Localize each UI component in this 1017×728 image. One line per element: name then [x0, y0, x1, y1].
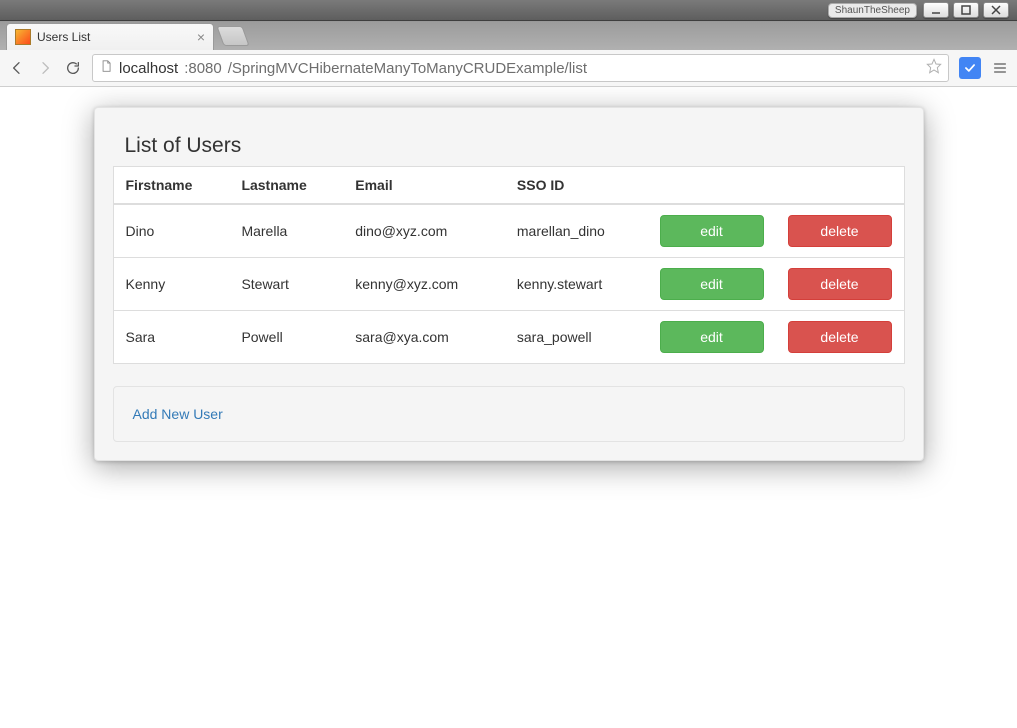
col-header-edit: [648, 167, 776, 205]
page-title: List of Users: [113, 126, 905, 166]
url-port: :8080: [184, 60, 222, 77]
add-user-link[interactable]: Add New User: [133, 406, 223, 422]
cell-email: sara@xya.com: [343, 311, 505, 364]
browser-tab[interactable]: Users List ×: [6, 23, 214, 50]
page-viewport: List of Users Firstname Lastname Email S…: [0, 87, 1017, 728]
cell-email: dino@xyz.com: [343, 204, 505, 258]
users-table: Firstname Lastname Email SSO ID Dino Mar…: [113, 166, 905, 364]
window-close-button[interactable]: [983, 2, 1009, 18]
cell-email: kenny@xyz.com: [343, 258, 505, 311]
browser-menu-button[interactable]: [991, 59, 1009, 77]
add-user-well: Add New User: [113, 386, 905, 442]
new-tab-button[interactable]: [216, 26, 249, 46]
browser-toolbar: localhost :8080/SpringMVCHibernateManyToM…: [0, 50, 1017, 87]
cell-firstname: Sara: [113, 311, 229, 364]
col-header-email: Email: [343, 167, 505, 205]
cell-lastname: Marella: [229, 204, 343, 258]
extension-button[interactable]: [959, 57, 981, 79]
tab-close-icon[interactable]: ×: [197, 30, 205, 44]
cell-ssoid: sara_powell: [505, 311, 648, 364]
cell-firstname: Kenny: [113, 258, 229, 311]
cell-firstname: Dino: [113, 204, 229, 258]
delete-button[interactable]: delete: [788, 268, 892, 300]
cell-lastname: Stewart: [229, 258, 343, 311]
url-path: /SpringMVCHibernateManyToManyCRUDExample…: [228, 60, 587, 77]
tab-title: Users List: [37, 30, 90, 44]
page-icon: [99, 59, 113, 77]
delete-button[interactable]: delete: [788, 215, 892, 247]
col-header-lastname: Lastname: [229, 167, 343, 205]
cell-ssoid: kenny.stewart: [505, 258, 648, 311]
col-header-ssoid: SSO ID: [505, 167, 648, 205]
cell-lastname: Powell: [229, 311, 343, 364]
back-button[interactable]: [8, 59, 26, 77]
address-bar[interactable]: localhost :8080/SpringMVCHibernateManyToM…: [92, 54, 949, 82]
tab-strip: Users List ×: [0, 22, 1017, 50]
window-minimize-button[interactable]: [923, 2, 949, 18]
reload-button[interactable]: [64, 59, 82, 77]
users-panel: List of Users Firstname Lastname Email S…: [94, 107, 924, 461]
col-header-firstname: Firstname: [113, 167, 229, 205]
edit-button[interactable]: edit: [660, 321, 764, 353]
os-titlebar: ShaunTheSheep: [0, 0, 1017, 21]
favicon-icon: [15, 29, 31, 45]
table-row: Sara Powell sara@xya.com sara_powell edi…: [113, 311, 904, 364]
table-row: Dino Marella dino@xyz.com marellan_dino …: [113, 204, 904, 258]
forward-button[interactable]: [36, 59, 54, 77]
cell-ssoid: marellan_dino: [505, 204, 648, 258]
col-header-delete: [776, 167, 905, 205]
window-maximize-button[interactable]: [953, 2, 979, 18]
bookmark-star-icon[interactable]: [926, 58, 942, 78]
browser-window: Users List × localhost :8080/SpringMVCHib…: [0, 21, 1017, 727]
delete-button[interactable]: delete: [788, 321, 892, 353]
table-row: Kenny Stewart kenny@xyz.com kenny.stewar…: [113, 258, 904, 311]
os-user-badge: ShaunTheSheep: [828, 3, 917, 18]
url-host: localhost: [119, 60, 178, 77]
edit-button[interactable]: edit: [660, 268, 764, 300]
edit-button[interactable]: edit: [660, 215, 764, 247]
